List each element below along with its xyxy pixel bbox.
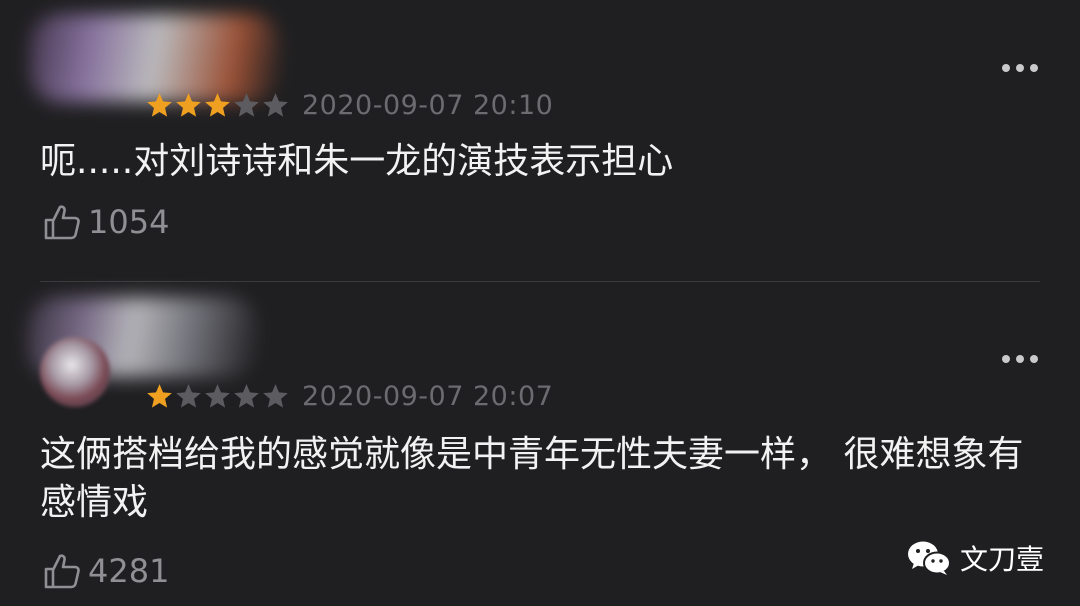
star-empty-icon: [176, 384, 201, 408]
redacted-username: [30, 14, 280, 102]
more-dots-icon: [1002, 355, 1010, 363]
star-filled-icon: [205, 93, 230, 117]
comment-meta: 2020-09-07 20:10: [145, 90, 553, 121]
star-filled-icon: [147, 384, 172, 408]
watermark-text: 文刀壹: [959, 543, 1044, 576]
comment-date: 2020-09-07 20:07: [302, 381, 554, 412]
divider: [40, 281, 1040, 282]
comment-item: 2020-09-07 20:10 呃.....对刘诗诗和朱一龙的演技表示担心 1…: [0, 0, 1080, 282]
star-empty-icon: [234, 93, 259, 117]
star-empty-icon: [234, 384, 259, 408]
star-filled-icon: [147, 93, 172, 117]
like-count: 1054: [88, 203, 170, 241]
more-options-button[interactable]: [1002, 355, 1038, 363]
like-button[interactable]: 4281: [42, 551, 169, 591]
comment-meta: 2020-09-07 20:07: [145, 381, 553, 412]
thumbs-up-icon: [42, 202, 82, 242]
comment-text: 这俩搭档给我的感觉就像是中青年无性夫妻一样， 很难想象有感情戏: [40, 434, 1024, 523]
like-button[interactable]: 1054: [42, 202, 169, 242]
wechat-icon: [906, 539, 952, 577]
comment-text: 呃.....对刘诗诗和朱一龙的演技表示担心: [40, 141, 674, 182]
star-rating: [145, 382, 290, 411]
star-filled-icon: [176, 93, 201, 117]
watermark: 文刀壹: [906, 538, 1044, 578]
avatar[interactable]: [40, 337, 110, 407]
star-empty-icon: [205, 384, 230, 408]
more-dots-icon: [1002, 64, 1010, 72]
star-empty-icon: [263, 384, 288, 408]
star-empty-icon: [263, 93, 288, 117]
star-rating: [145, 91, 290, 120]
like-count: 4281: [88, 552, 170, 590]
thumbs-up-icon: [42, 551, 82, 591]
more-options-button[interactable]: [1002, 64, 1038, 72]
comment-date: 2020-09-07 20:10: [302, 90, 554, 121]
